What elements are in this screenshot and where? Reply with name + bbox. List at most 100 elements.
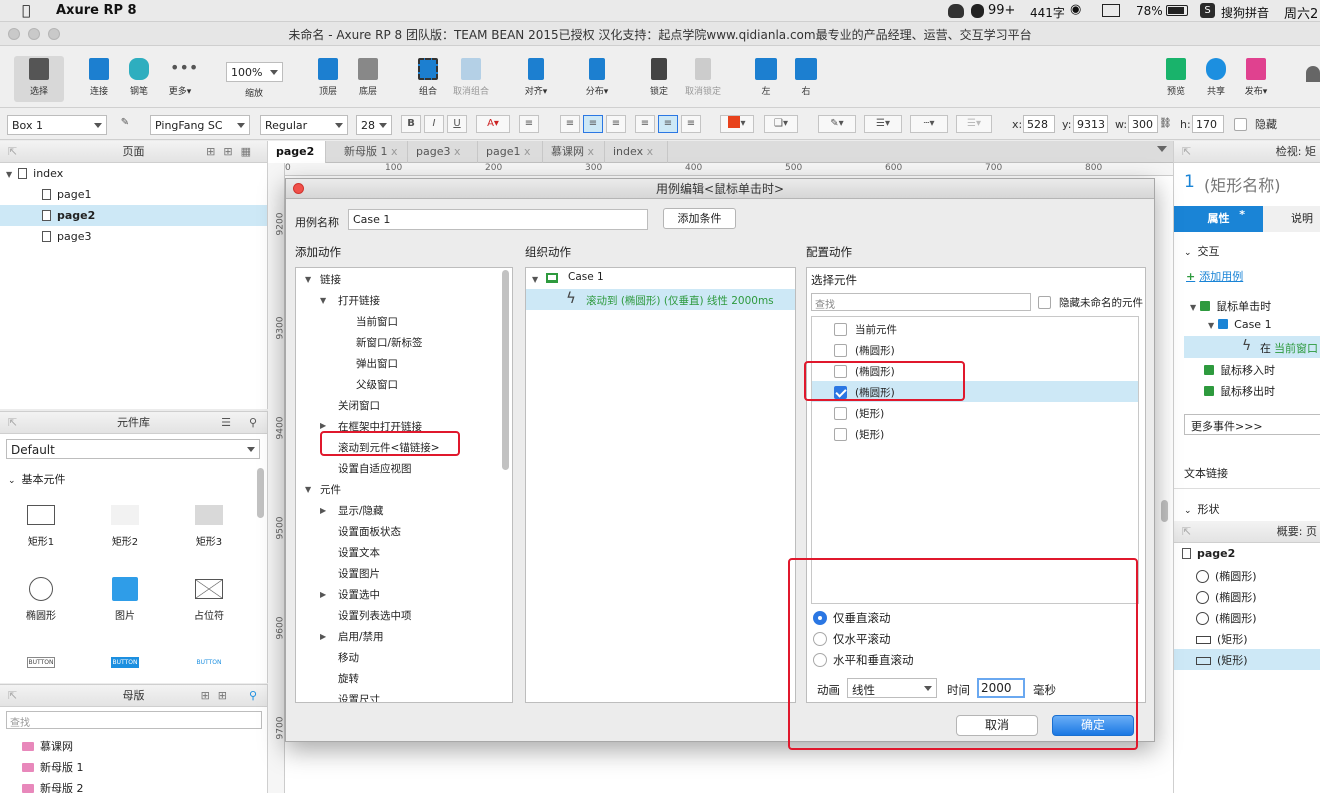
org-case-item[interactable]: Case 1 <box>568 271 604 283</box>
outline-item[interactable]: (椭圆形) <box>1196 568 1257 584</box>
event-onclick[interactable]: ▼ 鼠标单击时 <box>1190 298 1271 314</box>
widget-option[interactable]: 当前元件 <box>834 322 897 337</box>
app-name[interactable]: Axure RP 8 <box>56 3 137 18</box>
event-case[interactable]: ▼ Case 1 <box>1208 318 1272 331</box>
action-set-list-selected[interactable]: 设置列表选中项 <box>338 608 412 623</box>
battery-icon[interactable] <box>1166 5 1188 16</box>
tab-master1[interactable]: 新母版 1 x <box>336 141 408 163</box>
right-panel-button[interactable]: 右 <box>781 58 831 97</box>
unlock-button[interactable]: 取消锁定 <box>678 58 728 97</box>
align-left-button[interactable]: ≡ <box>560 115 580 133</box>
dialog-close-button[interactable] <box>293 183 304 194</box>
event-mouseenter[interactable]: 鼠标移入时 <box>1204 362 1275 378</box>
hide-unnamed-checkbox[interactable]: 隐藏未命名的元件 <box>1038 295 1143 310</box>
send-to-back-button[interactable]: 底层 <box>343 58 393 97</box>
action-popup[interactable]: 弹出窗口 <box>356 356 398 371</box>
widget-select[interactable]: Box 1 <box>7 115 107 135</box>
tabs-dropdown-icon[interactable] <box>1157 146 1167 157</box>
masters-search-input[interactable]: 查找 <box>6 711 262 729</box>
shadow-button[interactable]: ❑▾ <box>764 115 798 133</box>
action-tree-scrollbar[interactable] <box>502 270 509 470</box>
action-set-size[interactable]: 设置尺寸 <box>338 692 380 702</box>
action-widgets[interactable]: 元件 <box>320 482 341 497</box>
widget-option[interactable]: (矩形) <box>834 427 884 442</box>
collapse-icon[interactable]: ⇱ <box>1182 521 1191 543</box>
add-master-icons[interactable]: ⊞⊞ <box>201 685 235 707</box>
publish-button[interactable]: 发布▾ <box>1231 58 1281 97</box>
align-bottom-button[interactable]: ≡ <box>681 115 701 133</box>
page-tree-item-page2[interactable]: page2 <box>0 205 267 226</box>
airplay-icon[interactable] <box>1102 4 1120 17</box>
italic-button[interactable]: I <box>424 115 444 133</box>
library-item-button[interactable]: BUTTON <box>6 657 76 668</box>
action-set-panel-state[interactable]: 设置面板状态 <box>338 524 401 539</box>
sogou-icon[interactable]: S <box>1200 3 1215 18</box>
library-item-placeholder[interactable]: 占位符 <box>174 577 244 622</box>
library-item-rect1[interactable]: 矩形1 <box>6 505 76 548</box>
tab-notes[interactable]: 说明 <box>1263 206 1320 232</box>
add-case-link[interactable]: + 添加用例 <box>1186 268 1243 284</box>
line-style-button[interactable]: ┄▾ <box>910 115 948 133</box>
library-section-basic[interactable]: ⌄ 基本元件 <box>8 469 66 490</box>
bullet-list-button[interactable]: ≡ <box>519 115 539 133</box>
outline-page[interactable]: page2 <box>1182 547 1235 560</box>
action-move[interactable]: 移动 <box>338 650 359 665</box>
font-size-select[interactable]: 28 <box>356 115 392 135</box>
library-item-image[interactable]: 图片 <box>90 577 160 622</box>
library-item-primary-button[interactable]: BUTTON <box>90 657 160 668</box>
line-color-button[interactable]: ✎▾ <box>818 115 856 133</box>
action-close-window[interactable]: 关闭窗口 <box>338 398 380 413</box>
page-tree-item-page1[interactable]: page1 <box>42 184 91 205</box>
master-item[interactable]: 新母版 2 <box>22 778 84 793</box>
outline-item[interactable]: (椭圆形) <box>1196 610 1257 626</box>
add-page-icons[interactable]: ⊞⊞▦ <box>206 141 259 163</box>
action-new-tab[interactable]: 新窗口/新标签 <box>356 335 423 350</box>
action-set-selected[interactable]: 设置选中 <box>338 587 380 602</box>
library-item-ellipse[interactable]: 椭圆形 <box>6 577 76 622</box>
action-parent-window[interactable]: 父级窗口 <box>356 377 398 392</box>
library-scrollbar[interactable] <box>257 468 264 518</box>
tab-page1[interactable]: page1 x <box>478 141 543 163</box>
widget-name-input[interactable]: (矩形名称) <box>1204 172 1281 196</box>
hide-checkbox[interactable]: 隐藏 <box>1234 116 1277 132</box>
more-tools-button[interactable]: ••• 更多▾ <box>155 58 205 97</box>
align-middle-button[interactable]: ≡ <box>658 115 678 133</box>
interaction-section[interactable]: ⌄ 交互 <box>1184 243 1220 259</box>
underline-button[interactable]: U <box>447 115 467 133</box>
page-tree-root[interactable]: ▼ index <box>6 163 63 184</box>
w-input[interactable]: 300 <box>1128 115 1158 133</box>
qq-icon[interactable] <box>971 4 984 18</box>
master-item[interactable]: 新母版 1 <box>22 757 84 778</box>
wechat-icon[interactable] <box>948 4 964 18</box>
tab-index[interactable]: index x <box>605 141 668 163</box>
widget-option[interactable]: (椭圆形) <box>834 343 895 358</box>
align-button[interactable]: 对齐▾ <box>511 58 561 97</box>
user-icon[interactable] <box>1306 66 1320 82</box>
wifi-icon[interactable]: ◉ <box>1070 2 1081 17</box>
outline-item-selected[interactable]: (矩形) <box>1174 649 1320 670</box>
search-icon[interactable]: ⚲ <box>249 685 257 707</box>
clock-day[interactable]: 周六2 <box>1284 3 1318 22</box>
page-tree-item-page3[interactable]: page3 <box>42 226 91 247</box>
h-input[interactable]: 170 <box>1192 115 1224 133</box>
align-top-button[interactable]: ≡ <box>635 115 655 133</box>
library-item-rect2[interactable]: 矩形2 <box>90 505 160 548</box>
align-center-button[interactable]: ≡ <box>583 115 603 133</box>
constrain-icon[interactable]: ⛓ <box>1159 118 1172 129</box>
collapse-icon[interactable]: ⇱ <box>8 141 17 163</box>
collapse-icon[interactable]: ⇱ <box>1182 141 1191 163</box>
collapse-icon[interactable]: ⇱ <box>8 412 17 434</box>
master-item[interactable]: 慕课网 <box>22 736 73 757</box>
font-color-button[interactable]: A▾ <box>476 115 510 133</box>
collapse-icon[interactable]: ⇱ <box>8 685 17 707</box>
widget-search-input[interactable]: 查找 <box>811 293 1031 311</box>
outline-item[interactable]: (矩形) <box>1196 631 1248 647</box>
arrow-style-button[interactable]: ☰▾ <box>956 115 992 133</box>
library-item-link-button[interactable]: BUTTON <box>174 657 244 668</box>
library-select[interactable]: Default <box>6 439 260 459</box>
action-link[interactable]: 链接 <box>320 272 341 287</box>
action-rotate[interactable]: 旋转 <box>338 671 359 686</box>
case-name-input[interactable]: Case 1 <box>348 209 648 230</box>
lock-button[interactable]: 锁定 <box>634 58 684 97</box>
action-enable-disable[interactable]: 启用/禁用 <box>338 629 384 644</box>
